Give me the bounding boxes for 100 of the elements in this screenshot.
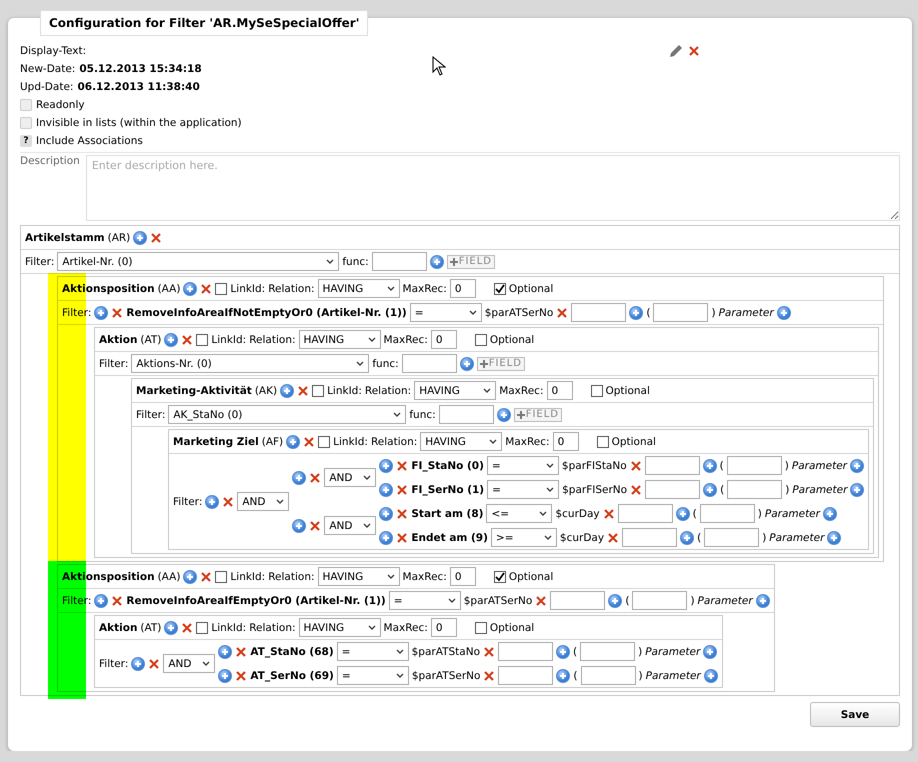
add-icon[interactable] (556, 668, 570, 682)
add-icon[interactable] (205, 494, 220, 508)
remove-icon[interactable] (396, 484, 408, 496)
remove-icon[interactable] (111, 306, 124, 318)
checkbox[interactable] (196, 334, 208, 346)
remove-icon[interactable] (535, 594, 548, 606)
add-icon[interactable] (430, 254, 444, 268)
checkbox[interactable] (590, 384, 602, 396)
remove-icon[interactable] (181, 622, 194, 634)
add-icon[interactable] (827, 530, 842, 544)
relation-select[interactable]: HAVING (298, 330, 381, 349)
logic-select[interactable]: AND (324, 468, 376, 487)
add-icon[interactable] (133, 230, 148, 244)
remove-icon[interactable] (222, 496, 234, 508)
remove-icon[interactable] (150, 232, 162, 244)
add-icon[interactable] (629, 306, 644, 320)
add-icon[interactable] (702, 458, 717, 472)
remove-icon[interactable] (200, 570, 212, 582)
value-field[interactable] (726, 456, 782, 475)
relation-select[interactable]: HAVING (318, 279, 400, 298)
operator-select[interactable]: = (336, 666, 409, 685)
remove-icon[interactable] (396, 460, 408, 472)
add-icon[interactable] (94, 306, 108, 320)
value-field[interactable] (645, 480, 700, 499)
checkbox[interactable] (196, 622, 208, 634)
checkbox[interactable] (474, 334, 487, 346)
checkbox[interactable] (215, 282, 228, 294)
value-field[interactable] (644, 456, 700, 475)
func-field[interactable] (402, 354, 457, 373)
remove-icon[interactable] (602, 508, 615, 520)
remove-icon[interactable] (607, 532, 620, 544)
add-icon[interactable] (164, 620, 178, 634)
value-field[interactable] (632, 591, 688, 610)
func-field[interactable] (438, 405, 494, 424)
add-icon[interactable] (164, 332, 178, 346)
add-icon[interactable] (286, 434, 300, 448)
checkbox[interactable] (596, 436, 609, 448)
maxrec-field[interactable]: 0 (430, 618, 457, 637)
add-icon[interactable] (292, 518, 306, 532)
operator-select[interactable]: = (410, 303, 482, 322)
checkbox[interactable] (474, 622, 487, 634)
remove-icon[interactable] (630, 460, 642, 472)
remove-icon[interactable] (483, 646, 495, 658)
value-field[interactable] (653, 303, 708, 322)
value-field[interactable] (498, 642, 553, 661)
remove-icon[interactable] (630, 484, 642, 496)
add-icon[interactable] (460, 356, 474, 370)
operator-select[interactable]: = (388, 591, 461, 610)
remove-icon[interactable] (235, 646, 248, 658)
remove-icon[interactable] (181, 334, 194, 346)
add-icon[interactable] (556, 644, 570, 658)
remove-icon[interactable] (396, 532, 408, 544)
add-icon[interactable] (850, 482, 864, 496)
relation-select[interactable]: HAVING (318, 567, 400, 586)
field-select[interactable]: Aktions-Nr. (0) (131, 354, 370, 373)
relation-select[interactable]: HAVING (414, 381, 496, 400)
add-icon[interactable] (379, 506, 394, 520)
value-field[interactable] (580, 642, 636, 661)
checkbox[interactable] (312, 384, 324, 396)
checkbox[interactable] (318, 436, 330, 448)
checkbox[interactable] (494, 570, 506, 582)
add-icon[interactable] (703, 482, 718, 496)
add-icon[interactable] (379, 530, 394, 544)
add-icon[interactable] (131, 656, 146, 670)
value-field[interactable] (700, 504, 755, 523)
logic-select[interactable]: AND (324, 516, 376, 535)
remove-icon[interactable] (111, 594, 124, 606)
save-button[interactable]: Save (810, 702, 900, 727)
maxrec-field[interactable]: 0 (450, 567, 476, 586)
maxrec-field[interactable]: 0 (450, 279, 476, 298)
add-icon[interactable] (676, 506, 690, 520)
add-icon[interactable] (379, 458, 394, 472)
relation-select[interactable]: HAVING (420, 432, 502, 451)
add-icon[interactable] (183, 570, 198, 584)
remove-icon[interactable] (303, 436, 316, 448)
value-field[interactable] (580, 666, 636, 685)
add-icon[interactable] (850, 458, 864, 472)
maxrec-field[interactable]: 0 (552, 432, 579, 451)
field-select[interactable]: Artikel-Nr. (0) (57, 252, 340, 271)
remove-icon[interactable] (200, 282, 212, 294)
operator-select[interactable]: >= (490, 528, 557, 547)
add-icon[interactable] (822, 506, 837, 520)
value-field[interactable] (622, 528, 678, 547)
remove-icon[interactable] (309, 520, 322, 532)
add-icon[interactable] (756, 594, 770, 608)
logic-select[interactable]: AND (163, 654, 216, 673)
value-field[interactable] (704, 528, 760, 547)
operator-select[interactable]: = (487, 480, 560, 499)
operator-select[interactable]: <= (486, 504, 552, 523)
checkbox[interactable] (494, 282, 506, 294)
remove-icon[interactable] (297, 384, 310, 396)
add-icon[interactable] (218, 644, 232, 658)
remove-icon[interactable] (309, 472, 322, 484)
add-icon[interactable] (280, 384, 294, 398)
value-field[interactable] (498, 666, 554, 685)
value-field[interactable] (550, 591, 606, 610)
value-field[interactable] (618, 504, 673, 523)
add-icon[interactable] (183, 282, 198, 296)
add-icon[interactable] (704, 668, 718, 682)
remove-icon[interactable] (556, 306, 568, 318)
